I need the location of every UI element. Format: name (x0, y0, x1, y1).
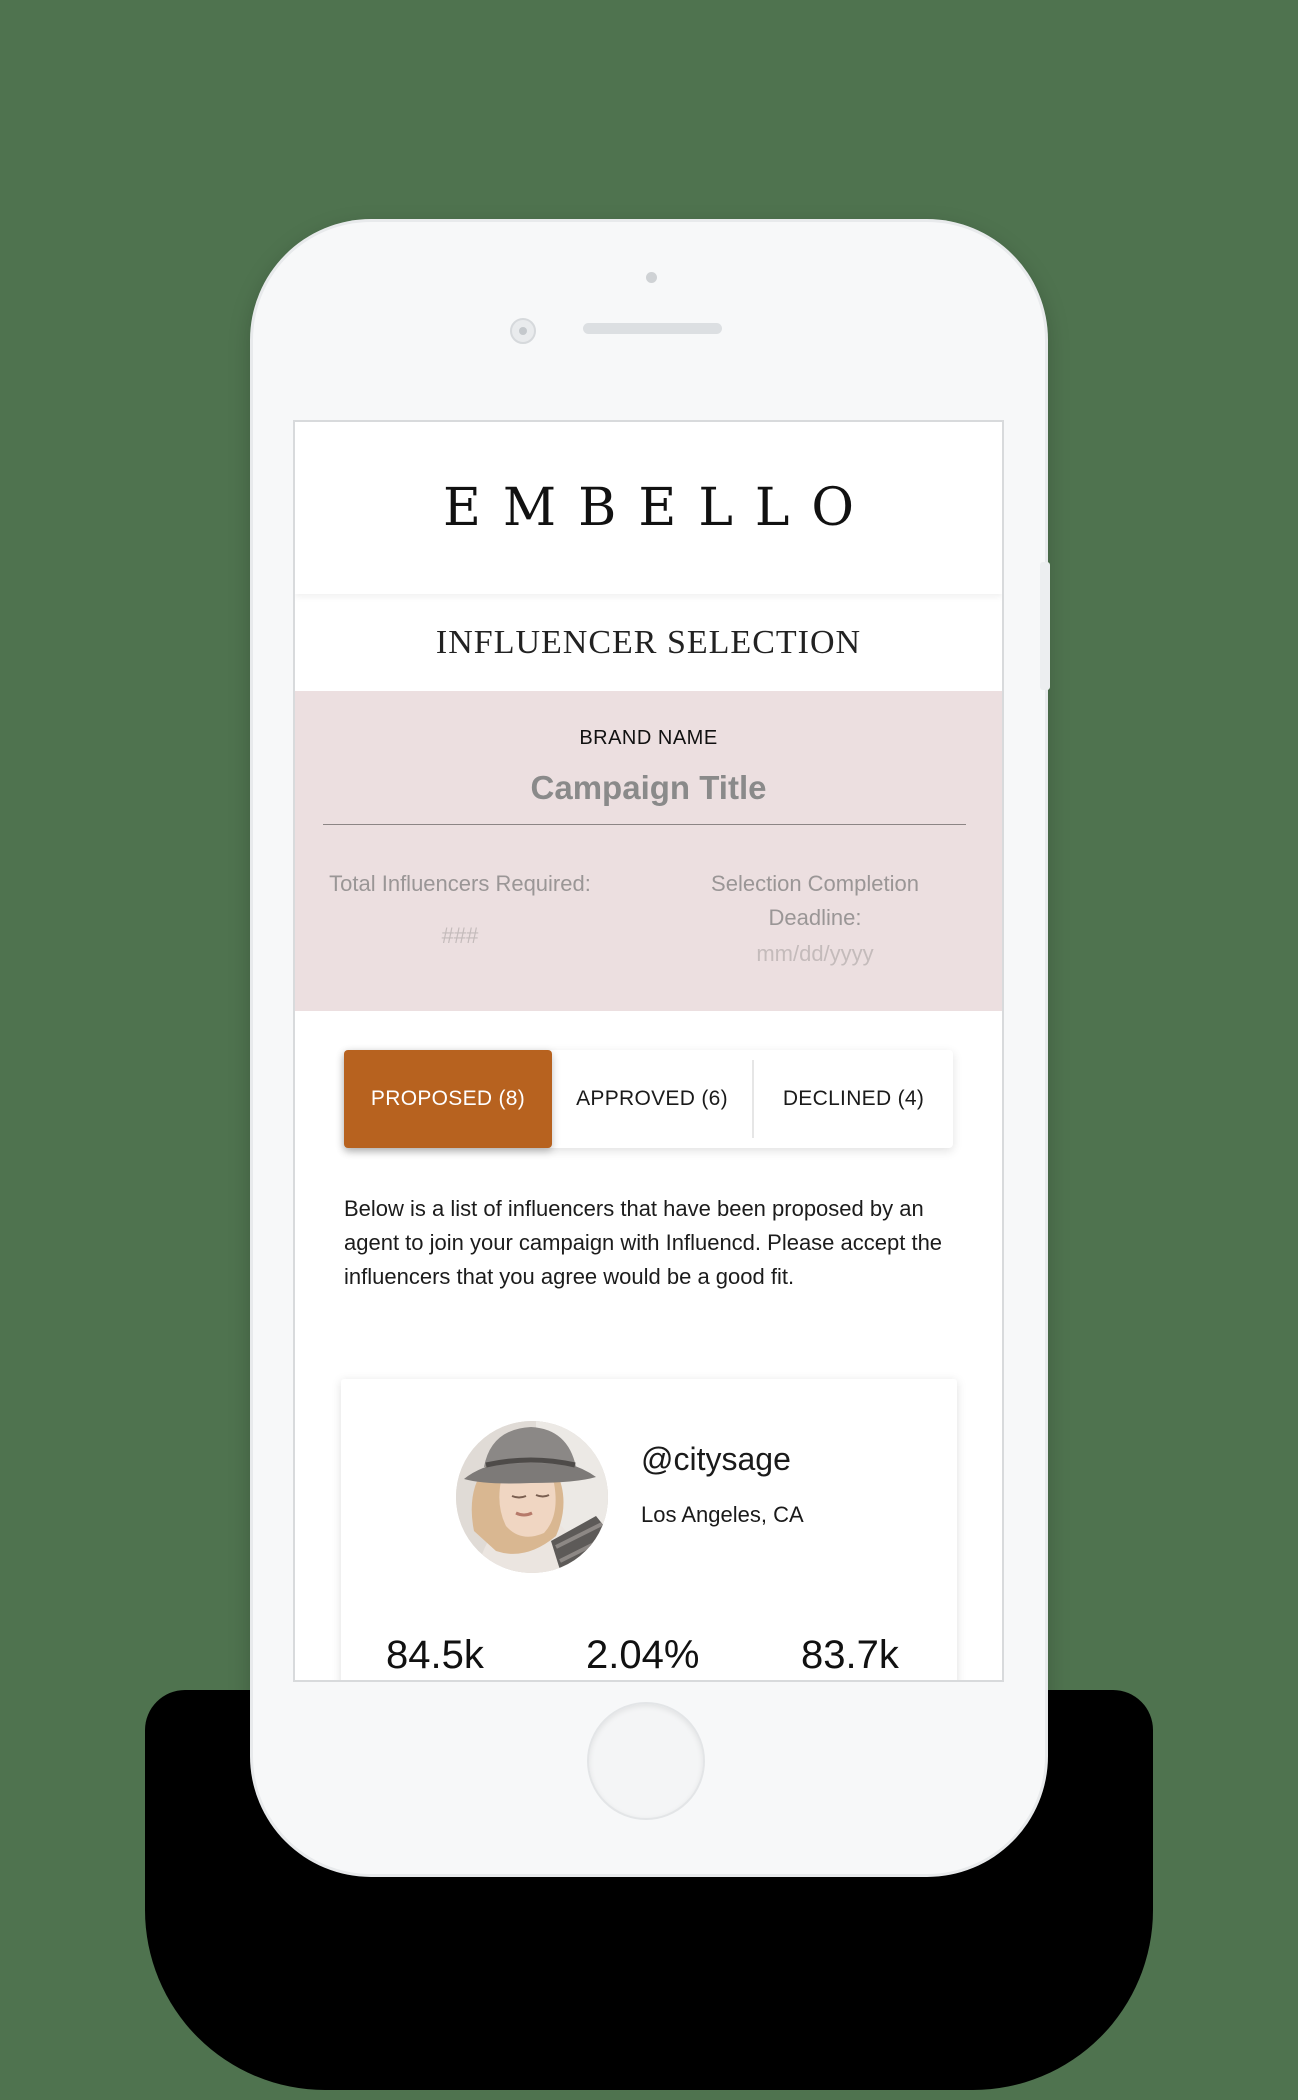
page-title: INFLUENCER SELECTION (435, 623, 862, 661)
deadline-label-line1: Selection Completion (711, 871, 919, 896)
stat-engagement: 2.04% (586, 1633, 700, 1677)
campaign-summary: BRAND NAME Campaign Title Total Influenc… (295, 691, 1002, 1011)
deadline-value: mm/dd/yyyy (756, 941, 874, 966)
campaign-divider (323, 824, 966, 825)
deadline-label-line2: Deadline: (768, 905, 862, 930)
status-tabs: PROPOSED (8) APPROVED (6) DECLINED (4) (344, 1050, 953, 1148)
brand-name: BRAND NAME (579, 727, 718, 749)
front-camera (510, 318, 536, 344)
campaign-title: Campaign Title (530, 769, 767, 806)
avatar (456, 1421, 608, 1573)
stat-followers: 84.5k (386, 1633, 484, 1677)
tab-proposed[interactable]: PROPOSED (8) (344, 1050, 552, 1148)
selection-deadline: Selection Completion Deadline: mm/dd/yyy… (665, 867, 965, 971)
avatar-photo (456, 1421, 608, 1573)
app-header: EMBELLO (295, 422, 1002, 594)
influencer-handle[interactable]: @citysage (641, 1441, 791, 1478)
power-button (1040, 562, 1050, 690)
proximity-sensor (646, 272, 657, 283)
tab-declined[interactable]: DECLINED (4) (754, 1050, 953, 1148)
influencer-card[interactable]: @citysage Los Angeles, CA 84.5k 2.04% 83… (341, 1379, 957, 1680)
influencers-required-label: Total Influencers Required: (329, 871, 591, 896)
brand-logo: EMBELLO (442, 478, 877, 538)
home-button[interactable] (587, 1702, 705, 1820)
stat-reach: 83.7k (801, 1633, 899, 1677)
app-screen: EMBELLO INFLUENCER SELECTION BRAND NAME … (293, 420, 1004, 1682)
influencers-required-value: ### (441, 923, 479, 948)
tab-approved[interactable]: APPROVED (6) (552, 1050, 752, 1148)
influencer-location: Los Angeles, CA (641, 1502, 804, 1527)
intro-text: Below is a list of influencers that have… (344, 1196, 943, 1289)
influencers-required: Total Influencers Required: ### (315, 867, 605, 953)
earpiece-speaker (583, 323, 722, 334)
